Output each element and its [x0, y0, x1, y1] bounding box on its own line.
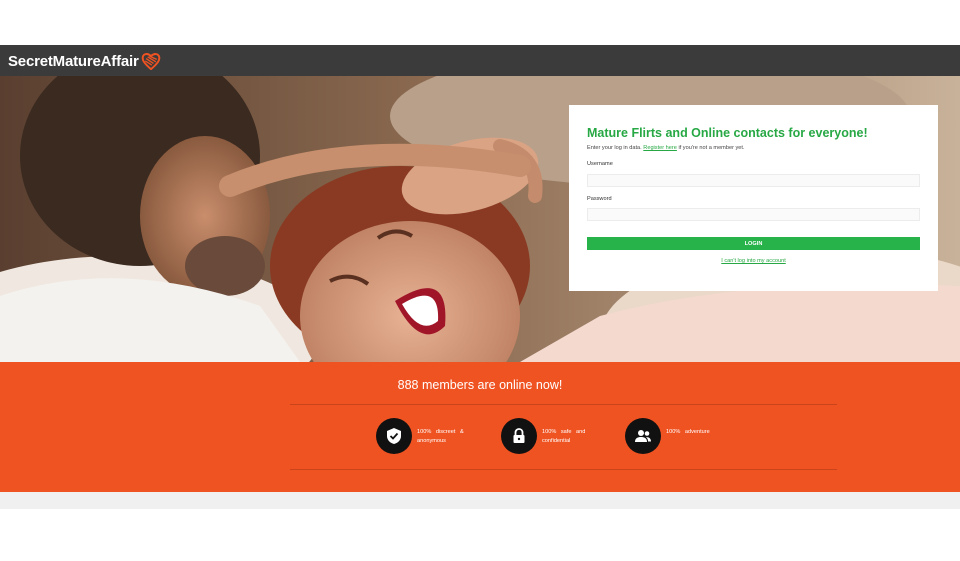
register-link[interactable]: Register here [643, 145, 677, 151]
login-card: Mature Flirts and Online contacts for ev… [569, 105, 938, 291]
login-title: Mature Flirts and Online contacts for ev… [587, 126, 868, 140]
logo-link[interactable]: SecretMatureAffair [8, 51, 161, 71]
shield-check-icon [376, 418, 412, 454]
members-online-text: 888 members are online now! [397, 378, 563, 392]
divider-bottom [290, 469, 837, 470]
lock-icon [501, 418, 537, 454]
divider-top [290, 404, 837, 405]
top-navbar: SecretMatureAffair [0, 45, 960, 76]
footer-strip [0, 492, 960, 509]
username-label: Username [587, 161, 613, 167]
logo-text: SecretMatureAffair [8, 52, 139, 70]
members-online-section: 888 members are online now! 100% discree… [0, 362, 960, 492]
feature-adventure-text: 100% adventure [666, 429, 710, 435]
heart-icon [141, 53, 160, 70]
login-button[interactable]: LOGIN [587, 237, 920, 250]
people-icon [625, 418, 661, 454]
page: SecretMatureAffair Mature Flirts and Onl… [0, 0, 960, 561]
login-subtitle-suffix: if you're not a member yet. [678, 145, 745, 151]
password-label: Password [587, 195, 612, 202]
password-input[interactable] [587, 208, 920, 221]
login-subtitle-prefix: Enter your log in data. [587, 145, 642, 151]
feature-safe-text: 100% safe and confidential [542, 429, 586, 444]
feature-safe: 100% safe and confidential [501, 418, 594, 454]
feature-discreet: 100% discreet & anonymous [376, 418, 469, 454]
username-input[interactable] [587, 173, 920, 187]
cant-login-link[interactable]: I can't log into my account [587, 258, 920, 264]
feature-adventure: 100% adventure [625, 418, 718, 454]
feature-discreet-text: 100% discreet & anonymous [417, 429, 464, 444]
login-subtitle: Enter your log in data. Register here if… [587, 144, 920, 152]
